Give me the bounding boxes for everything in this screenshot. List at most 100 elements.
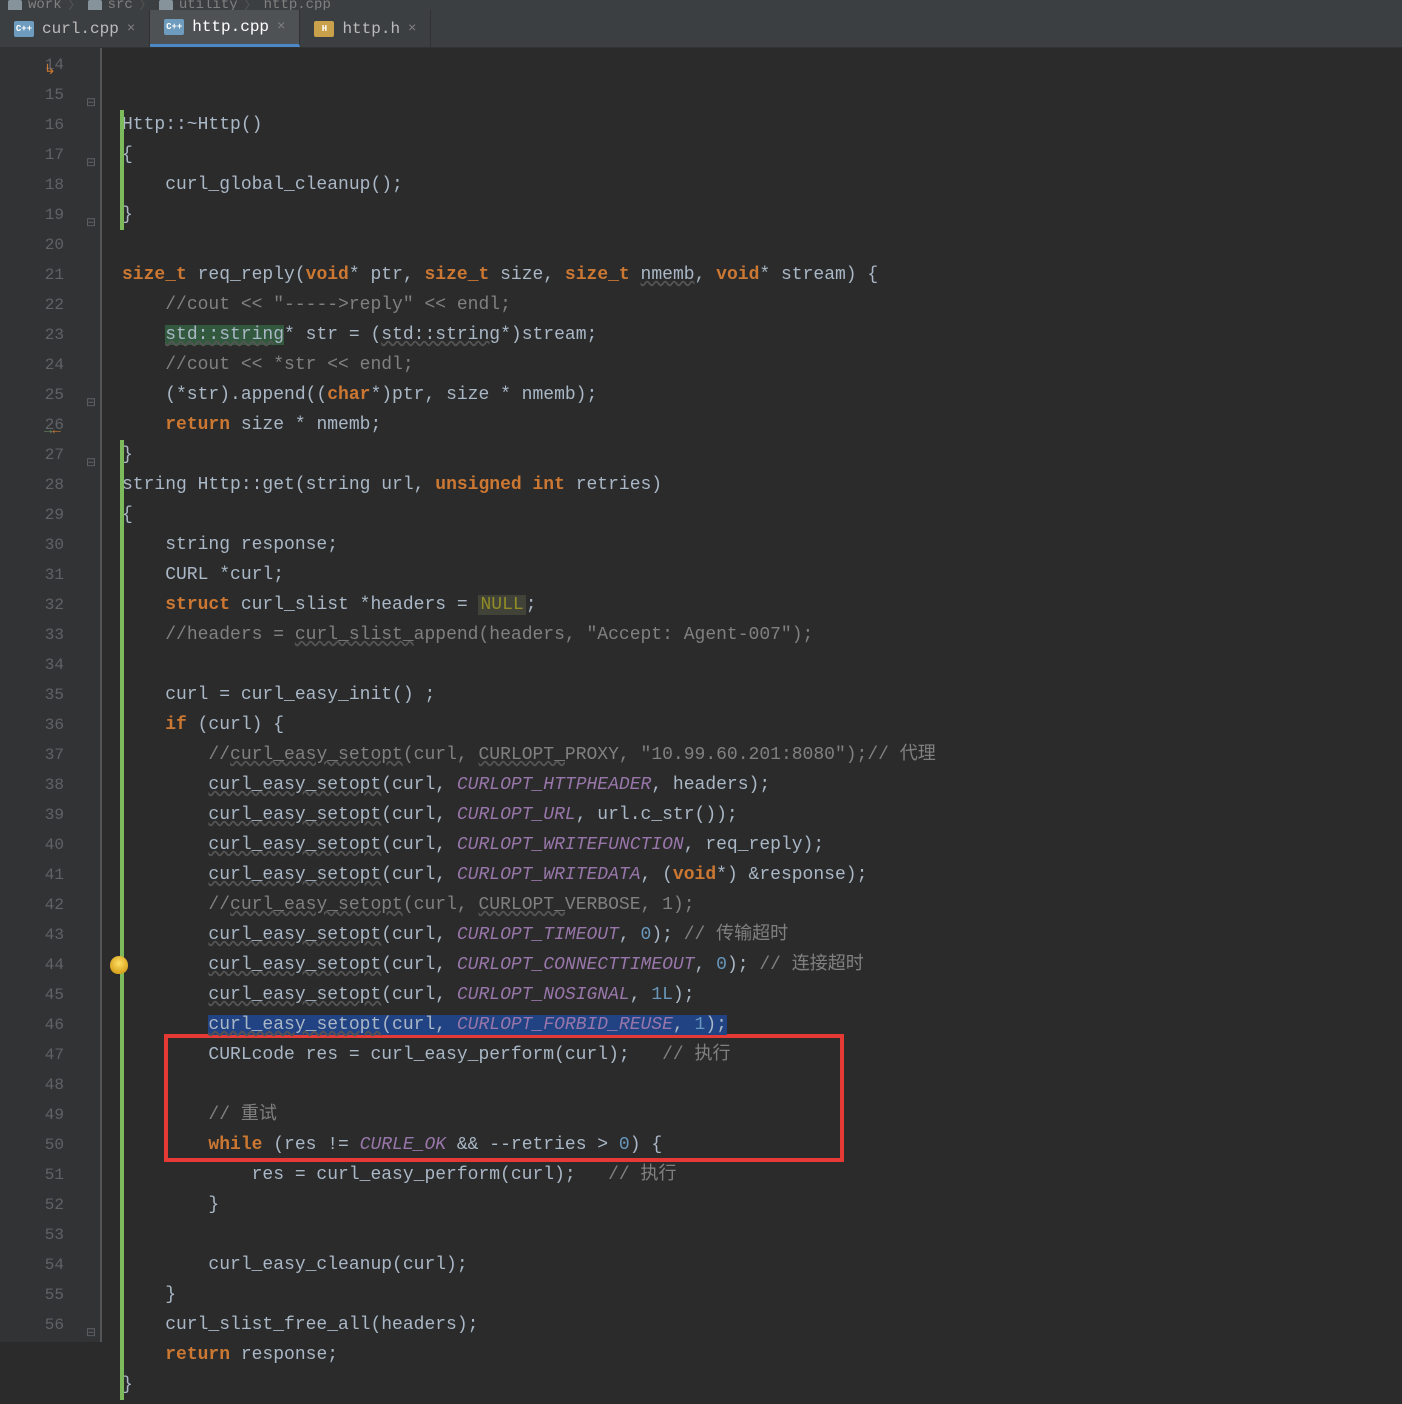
code-line[interactable]: //cout << "----->reply" << endl; bbox=[122, 290, 1402, 320]
line-number[interactable]: 16 bbox=[0, 110, 100, 140]
line-number[interactable]: 31 bbox=[0, 560, 100, 590]
line-number[interactable]: 22 bbox=[0, 290, 100, 320]
code-line[interactable]: curl_easy_setopt(curl, CURLOPT_TIMEOUT, … bbox=[122, 920, 1402, 950]
code-line[interactable]: } bbox=[122, 1190, 1402, 1220]
line-number[interactable]: 27⊟ bbox=[0, 440, 100, 470]
vcs-change-marker[interactable] bbox=[120, 530, 124, 560]
line-number[interactable]: 19⊟ bbox=[0, 200, 100, 230]
code-line[interactable] bbox=[122, 650, 1402, 680]
vcs-change-marker[interactable] bbox=[120, 920, 124, 950]
line-number[interactable]: 42 bbox=[0, 890, 100, 920]
vcs-change-marker[interactable] bbox=[120, 1040, 124, 1070]
fold-toggle-icon[interactable]: ⊟ bbox=[84, 88, 96, 100]
vcs-change-marker[interactable] bbox=[120, 1370, 124, 1400]
code-line[interactable]: res = curl_easy_perform(curl); // 执行 bbox=[122, 1160, 1402, 1190]
crumb-work[interactable]: work bbox=[28, 0, 62, 10]
code-line[interactable]: curl_easy_setopt(curl, CURLOPT_NOSIGNAL,… bbox=[122, 980, 1402, 1010]
line-number[interactable]: 38 bbox=[0, 770, 100, 800]
code-line[interactable]: //cout << *str << endl; bbox=[122, 350, 1402, 380]
vcs-change-marker[interactable] bbox=[120, 500, 124, 530]
vcs-change-marker[interactable] bbox=[120, 200, 124, 230]
code-line[interactable]: //curl_easy_setopt(curl, CURLOPT_VERBOSE… bbox=[122, 890, 1402, 920]
crumb-utility[interactable]: utility bbox=[179, 0, 238, 10]
code-line[interactable]: string response; bbox=[122, 530, 1402, 560]
vcs-change-marker[interactable] bbox=[120, 170, 124, 200]
code-line[interactable]: curl_slist_free_all(headers); bbox=[122, 1310, 1402, 1340]
vcs-change-marker[interactable] bbox=[120, 620, 124, 650]
code-line[interactable] bbox=[122, 1070, 1402, 1100]
vcs-change-marker[interactable] bbox=[120, 560, 124, 590]
line-number[interactable]: 53 bbox=[0, 1220, 100, 1250]
line-number[interactable]: 18 bbox=[0, 170, 100, 200]
line-number[interactable]: 32 bbox=[0, 590, 100, 620]
code-line[interactable]: //curl_easy_setopt(curl, CURLOPT_PROXY, … bbox=[122, 740, 1402, 770]
code-line[interactable]: } bbox=[122, 1370, 1402, 1400]
vcs-change-marker[interactable] bbox=[120, 710, 124, 740]
code-line[interactable]: curl_easy_setopt(curl, CURLOPT_FORBID_RE… bbox=[122, 1010, 1402, 1040]
line-number[interactable]: 56⊟ bbox=[0, 1310, 100, 1340]
code-line[interactable]: curl_easy_setopt(curl, CURLOPT_URL, url.… bbox=[122, 800, 1402, 830]
vcs-change-marker[interactable] bbox=[120, 650, 124, 680]
code-line[interactable]: curl_easy_setopt(curl, CURLOPT_HTTPHEADE… bbox=[122, 770, 1402, 800]
vcs-change-marker[interactable] bbox=[120, 980, 124, 1010]
editor-tab[interactable]: Hhttp.h× bbox=[300, 10, 431, 47]
editor-tab[interactable]: C++http.cpp× bbox=[150, 10, 300, 47]
code-line[interactable]: // 重试 bbox=[122, 1100, 1402, 1130]
line-number[interactable]: 14↳ bbox=[0, 50, 100, 80]
fold-toggle-icon[interactable]: ⊟ bbox=[84, 148, 96, 160]
fold-toggle-icon[interactable]: ⊟ bbox=[84, 208, 96, 220]
line-number[interactable]: 41 bbox=[0, 860, 100, 890]
code-line[interactable]: return response; bbox=[122, 1340, 1402, 1370]
fold-toggle-icon[interactable]: ⊟ bbox=[84, 1318, 96, 1330]
vcs-change-marker[interactable] bbox=[120, 860, 124, 890]
code-line[interactable]: { bbox=[122, 500, 1402, 530]
vcs-change-marker[interactable] bbox=[120, 1340, 124, 1370]
code-line[interactable]: while (res != CURLE_OK && --retries > 0)… bbox=[122, 1130, 1402, 1160]
fold-toggle-icon[interactable]: ⊟ bbox=[84, 388, 96, 400]
code-line[interactable]: //headers = curl_slist_append(headers, "… bbox=[122, 620, 1402, 650]
line-number[interactable]: 46 bbox=[0, 1010, 100, 1040]
line-number[interactable]: 39 bbox=[0, 800, 100, 830]
line-number[interactable]: 24 bbox=[0, 350, 100, 380]
line-number[interactable]: 37 bbox=[0, 740, 100, 770]
code-line[interactable]: curl_easy_setopt(curl, CURLOPT_CONNECTTI… bbox=[122, 950, 1402, 980]
line-number[interactable]: 54 bbox=[0, 1250, 100, 1280]
code-line[interactable]: { bbox=[122, 140, 1402, 170]
line-number[interactable]: 52 bbox=[0, 1190, 100, 1220]
fold-toggle-icon[interactable]: ⊟ bbox=[84, 448, 96, 460]
vcs-change-marker[interactable] bbox=[120, 740, 124, 770]
vcs-change-marker[interactable] bbox=[120, 800, 124, 830]
vcs-change-marker[interactable] bbox=[120, 1310, 124, 1340]
close-icon[interactable]: × bbox=[408, 21, 416, 37]
line-number[interactable]: 47 bbox=[0, 1040, 100, 1070]
line-number[interactable]: 43 bbox=[0, 920, 100, 950]
code-line[interactable]: curl = curl_easy_init() ; bbox=[122, 680, 1402, 710]
line-number[interactable]: 26→← bbox=[0, 410, 100, 440]
line-number[interactable]: 55 bbox=[0, 1280, 100, 1310]
line-number[interactable]: 49 bbox=[0, 1100, 100, 1130]
code-line[interactable]: } bbox=[122, 1280, 1402, 1310]
intention-bulb-icon[interactable] bbox=[110, 956, 128, 974]
crumb-src[interactable]: src bbox=[108, 0, 133, 10]
close-icon[interactable]: × bbox=[277, 19, 285, 35]
line-number[interactable]: 25⊟ bbox=[0, 380, 100, 410]
code-line[interactable]: (*str).append((char*)ptr, size * nmemb); bbox=[122, 380, 1402, 410]
code-line[interactable]: CURL *curl; bbox=[122, 560, 1402, 590]
line-number[interactable]: 29 bbox=[0, 500, 100, 530]
line-number[interactable]: 34 bbox=[0, 650, 100, 680]
vcs-change-marker[interactable] bbox=[120, 1220, 124, 1250]
line-number[interactable]: 21 bbox=[0, 260, 100, 290]
vcs-change-marker[interactable] bbox=[120, 470, 124, 500]
vcs-change-marker[interactable] bbox=[120, 890, 124, 920]
code-line[interactable]: struct curl_slist *headers = NULL; bbox=[122, 590, 1402, 620]
line-number[interactable]: 30 bbox=[0, 530, 100, 560]
code-line[interactable] bbox=[122, 230, 1402, 260]
vcs-change-marker[interactable] bbox=[120, 1280, 124, 1310]
line-number[interactable]: 28 bbox=[0, 470, 100, 500]
code-area[interactable]: Http::~Http(){ curl_global_cleanup();}si… bbox=[100, 48, 1402, 1342]
line-number[interactable]: 33 bbox=[0, 620, 100, 650]
code-line[interactable] bbox=[122, 1220, 1402, 1250]
vcs-change-marker[interactable] bbox=[120, 1160, 124, 1190]
code-line[interactable]: return size * nmemb; bbox=[122, 410, 1402, 440]
vcs-change-marker[interactable] bbox=[120, 770, 124, 800]
